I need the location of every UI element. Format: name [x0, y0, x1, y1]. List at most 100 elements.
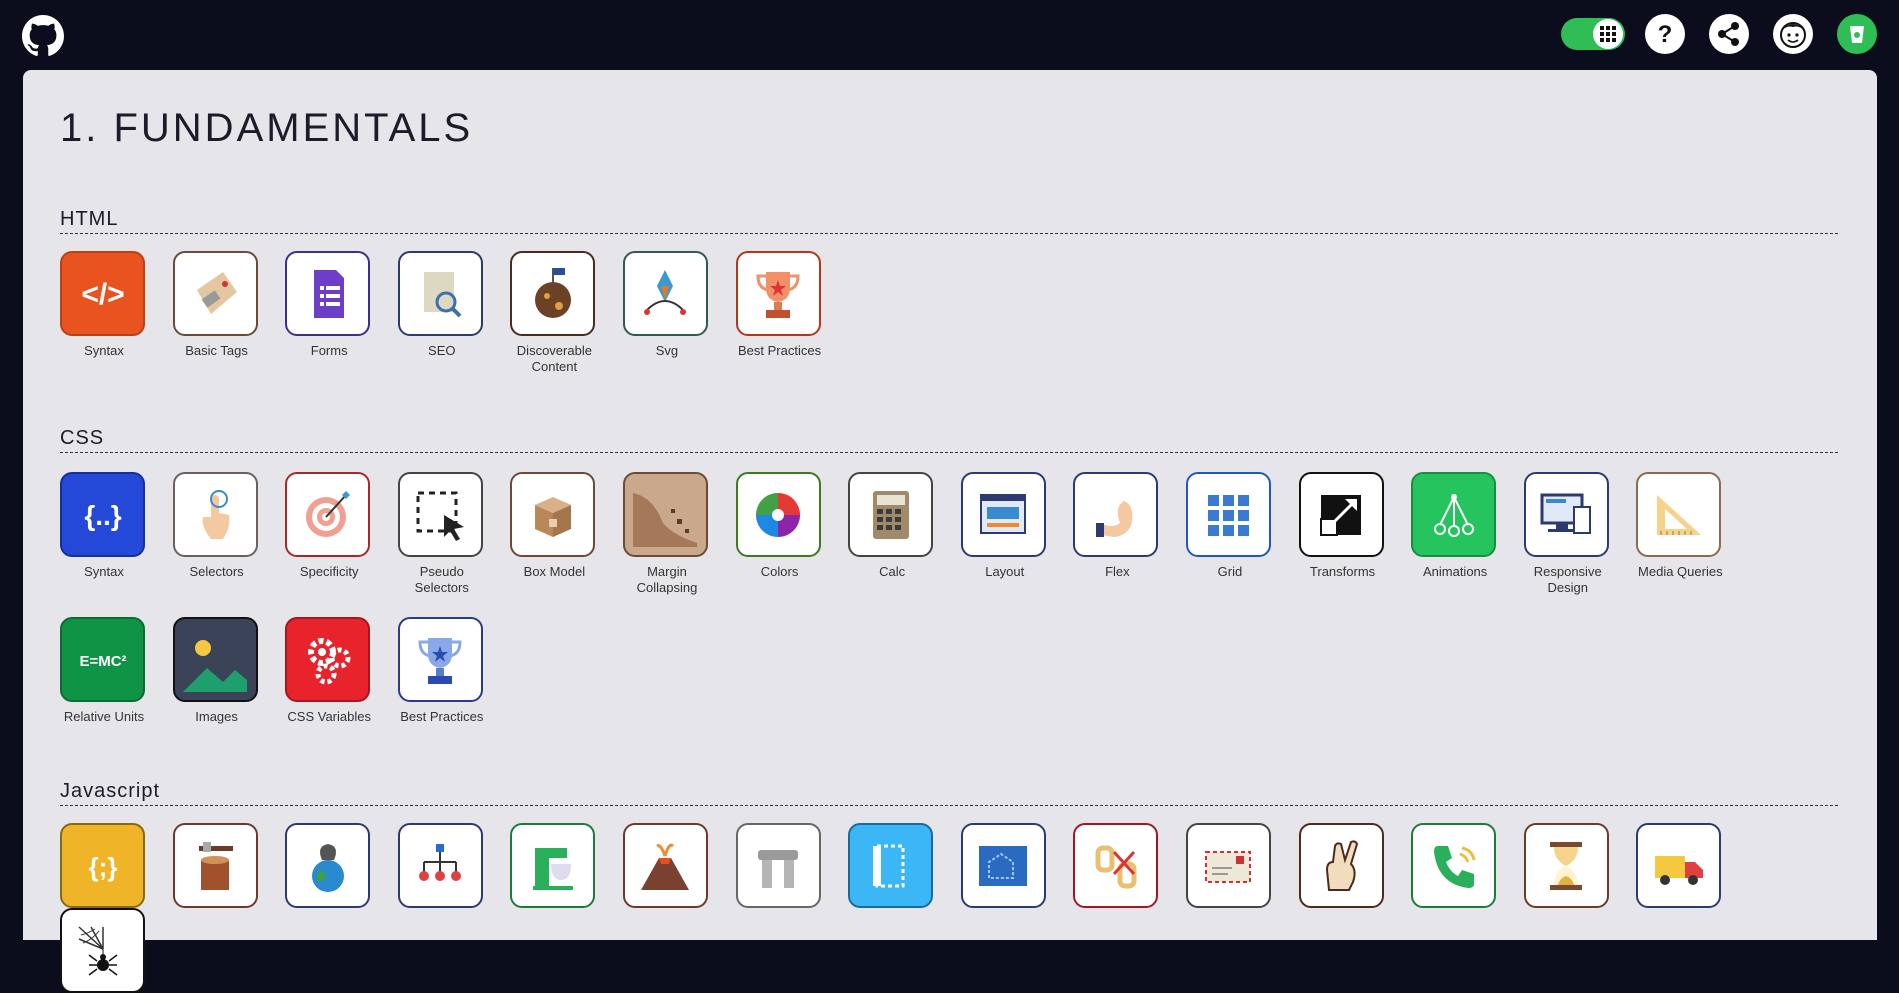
lesson-tile-tree-hierarchy[interactable]: [397, 823, 486, 908]
lesson-tile-box[interactable]: [1298, 472, 1384, 557]
lesson-tile-forms[interactable]: Forms: [285, 251, 373, 375]
lesson-tile-box[interactable]: [172, 823, 258, 908]
lesson-tile-box[interactable]: [510, 251, 596, 336]
lesson-tile-box[interactable]: [622, 251, 708, 336]
github-icon[interactable]: [22, 15, 64, 57]
lesson-tile-basic-tags[interactable]: Basic Tags: [172, 251, 261, 375]
lesson-tile-js-braces[interactable]: {;}: [60, 823, 148, 908]
lesson-tile-box[interactable]: [510, 823, 596, 908]
lesson-tile-colors[interactable]: Colors: [735, 472, 824, 596]
lesson-tile-box[interactable]: [397, 823, 483, 908]
lesson-tile-box[interactable]: [1411, 472, 1497, 557]
share-button[interactable]: [1709, 14, 1749, 54]
lesson-tile-syntax[interactable]: {..} Syntax: [60, 472, 148, 596]
lesson-tile-box[interactable]: [622, 823, 708, 908]
lesson-tile-box[interactable]: [735, 472, 821, 557]
lesson-tile-box[interactable]: </>: [60, 251, 145, 336]
lesson-tile-cut-chain[interactable]: [1073, 823, 1161, 908]
lesson-tile-envelope[interactable]: [1185, 823, 1274, 908]
lesson-tile-label: SEO: [428, 343, 456, 358]
top-bar: ?: [0, 0, 1899, 70]
lesson-tile-box[interactable]: E=MC²: [60, 617, 145, 702]
lesson-tile-css-variables[interactable]: CSS Variables: [285, 617, 373, 725]
lesson-tile-label: Responsive Design: [1533, 564, 1602, 595]
lesson-tile-box[interactable]: [1073, 823, 1159, 908]
lesson-tile-box[interactable]: [1636, 472, 1722, 557]
lesson-tile-box[interactable]: [1523, 823, 1609, 908]
lesson-tile-discoverable-content[interactable]: Discoverable Content: [510, 251, 598, 375]
lesson-tile-selectors[interactable]: Selectors: [172, 472, 261, 596]
lesson-tile-syntax[interactable]: </> Syntax: [60, 251, 148, 375]
lesson-tile-box[interactable]: [1073, 472, 1159, 557]
lesson-tile-pseudo-selectors[interactable]: Pseudo Selectors: [397, 472, 486, 596]
lesson-tile-box[interactable]: [622, 472, 708, 557]
lesson-tile-box[interactable]: [397, 251, 483, 336]
apps-toggle[interactable]: [1561, 18, 1625, 50]
lesson-tile-stump-axe[interactable]: [172, 823, 261, 908]
lesson-tile-blueprint[interactable]: [960, 823, 1049, 908]
animation-icon: [1433, 493, 1474, 537]
lesson-tile-box[interactable]: [1185, 472, 1271, 557]
lesson-tile-box[interactable]: [172, 472, 258, 557]
lesson-tile-label: Syntax: [84, 343, 124, 358]
help-button[interactable]: ?: [1645, 14, 1685, 54]
lesson-tile-relative-units[interactable]: E=MC² Relative Units: [60, 617, 148, 725]
lesson-tile-box-model[interactable]: Box Model: [510, 472, 598, 596]
lesson-tile-box[interactable]: [848, 823, 934, 908]
lesson-tile-box[interactable]: [1185, 823, 1271, 908]
lesson-tile-phone-call[interactable]: [1411, 823, 1499, 908]
lesson-tile-flex[interactable]: Flex: [1073, 472, 1161, 596]
lesson-tile-box[interactable]: [848, 472, 934, 557]
lesson-tile-animations[interactable]: Animations: [1411, 472, 1499, 596]
lesson-tile-box[interactable]: [960, 823, 1046, 908]
lesson-tile-delivery-truck[interactable]: [1636, 823, 1724, 908]
lesson-tile-layout[interactable]: Layout: [960, 472, 1049, 596]
lesson-tile-box[interactable]: [285, 472, 371, 557]
lesson-tile-box[interactable]: [285, 617, 371, 702]
lesson-tile-box[interactable]: [397, 472, 483, 557]
lesson-tile-box[interactable]: [735, 251, 821, 336]
lesson-tile-volcano[interactable]: [622, 823, 711, 908]
lesson-tile-fingers-crossed[interactable]: [1298, 823, 1387, 908]
javascript-items-grid: {;}: [60, 823, 1850, 993]
lesson-tile-box[interactable]: [397, 617, 483, 702]
lesson-tile-box[interactable]: [60, 908, 145, 993]
lesson-tile-earth-explosion[interactable]: [285, 823, 373, 908]
lesson-tile-frame[interactable]: [848, 823, 936, 908]
lesson-tile-box[interactable]: {..}: [60, 472, 145, 557]
lesson-tile-best-practices[interactable]: Best Practices: [397, 617, 486, 725]
lesson-tile-spider-web[interactable]: [60, 908, 148, 993]
lesson-tile-best-practices[interactable]: Best Practices: [735, 251, 824, 375]
lesson-tile-box[interactable]: [172, 617, 258, 702]
curly-braces-icon: {..}: [84, 500, 121, 531]
lesson-tile-margin-collapsing[interactable]: Margin Collapsing: [622, 472, 711, 596]
extra-button[interactable]: [1837, 14, 1877, 54]
lesson-tile-dolmen[interactable]: [735, 823, 824, 908]
lesson-tile-mixer[interactable]: [510, 823, 598, 908]
lesson-tile-box[interactable]: [172, 251, 258, 336]
lesson-tile-images[interactable]: Images: [172, 617, 261, 725]
lesson-tile-seo[interactable]: SEO: [397, 251, 486, 375]
lesson-tile-calc[interactable]: Calc: [848, 472, 936, 596]
layout-window-icon: [980, 493, 1027, 534]
lesson-tile-specificity[interactable]: Specificity: [285, 472, 373, 596]
profile-button[interactable]: [1773, 14, 1813, 54]
lesson-tile-transforms[interactable]: Transforms: [1298, 472, 1387, 596]
lesson-tile-box[interactable]: [285, 823, 371, 908]
lesson-tile-box[interactable]: [1298, 823, 1384, 908]
lesson-tile-hourglass[interactable]: [1523, 823, 1612, 908]
touch-hand-icon: [202, 489, 230, 539]
lesson-tile-media-queries[interactable]: Media Queries: [1636, 472, 1724, 596]
lesson-tile-grid[interactable]: Grid: [1185, 472, 1274, 596]
lesson-tile-box[interactable]: [735, 823, 821, 908]
dolmen-icon: [758, 849, 799, 888]
lesson-tile-box[interactable]: [960, 472, 1046, 557]
lesson-tile-svg[interactable]: Svg: [622, 251, 711, 375]
lesson-tile-box[interactable]: [1636, 823, 1722, 908]
lesson-tile-box[interactable]: [510, 472, 596, 557]
lesson-tile-box[interactable]: {;}: [60, 823, 145, 908]
lesson-tile-box[interactable]: [1411, 823, 1497, 908]
lesson-tile-responsive-design[interactable]: Responsive Design: [1523, 472, 1612, 596]
lesson-tile-box[interactable]: [285, 251, 371, 336]
lesson-tile-box[interactable]: [1523, 472, 1609, 557]
